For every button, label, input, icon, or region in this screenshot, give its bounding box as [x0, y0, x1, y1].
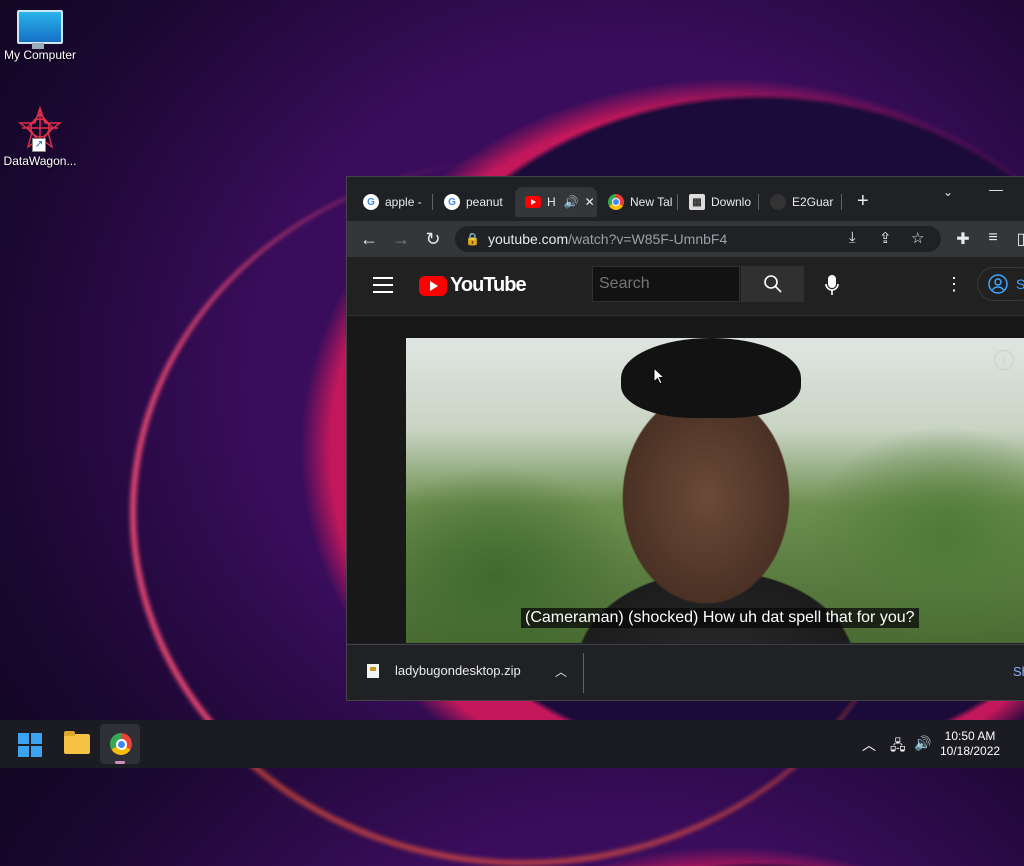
share-icon[interactable]: ⇪	[879, 229, 892, 247]
video-frame-subject	[621, 338, 801, 418]
download-page-icon: ▦	[689, 194, 705, 210]
back-icon[interactable]: ←	[353, 229, 385, 250]
tab-apple[interactable]: G apple -	[353, 187, 433, 217]
side-panel-icon[interactable]: ▯	[1005, 229, 1024, 249]
tab-label: peanut	[466, 195, 503, 209]
clock-date: 10/18/2022	[940, 744, 1001, 758]
tab-search-icon[interactable]: ⌄	[943, 185, 953, 199]
youtube-icon	[525, 196, 541, 208]
tab-peanut[interactable]: G peanut	[434, 187, 514, 217]
youtube-logo-text: YouTube	[450, 274, 527, 296]
desktop-icon-label: My Computer	[3, 48, 77, 62]
tab-new-tab[interactable]: New Tal	[598, 187, 678, 217]
tab-label: H	[547, 195, 556, 209]
lock-icon[interactable]: 🔒	[465, 232, 480, 246]
video-player[interactable]: (Cameraman) (shocked) How uh dat spell t…	[406, 338, 1024, 643]
chrome-icon	[608, 194, 624, 210]
youtube-play-icon	[419, 275, 447, 296]
tab-label: E2Guar	[792, 195, 834, 209]
address-bar[interactable]: 🔒 youtube.com/watch?v=W85F-UmnbF4 ⤓ ⇪ ☆	[455, 226, 941, 252]
tab-label: Downlo	[711, 195, 752, 209]
tab-close-icon[interactable]: ✕	[585, 195, 595, 209]
browser-toolbar: ← → ↻ 🔒 youtube.com/watch?v=W85F-UmnbF4 …	[347, 221, 1024, 257]
sign-in-label: S	[1016, 276, 1024, 292]
install-app-icon[interactable]: ⤓	[849, 229, 856, 246]
mouse-cursor-icon	[653, 367, 665, 385]
more-options-icon[interactable]: ⋮	[945, 274, 963, 295]
download-divider	[583, 653, 584, 693]
datawagon-icon: ↗	[17, 105, 63, 152]
volume-icon[interactable]: 🔊	[914, 735, 931, 752]
download-bar: ladybugondesktop.zip ︿ Sh	[347, 644, 1024, 700]
search-button[interactable]	[741, 266, 804, 302]
download-file-name: ladybugondesktop.zip	[395, 663, 521, 678]
start-button[interactable]	[18, 733, 42, 757]
chevron-up-tray-icon[interactable]: ︿	[862, 735, 876, 755]
tab-e2guardian[interactable]: E2Guar	[760, 187, 842, 217]
system-clock[interactable]: 10:50 AM 10/18/2022	[940, 729, 1000, 759]
tab-strip: G apple - G peanut H 🔊 ✕ New Tal ▦ Downl…	[347, 177, 1024, 221]
account-icon	[988, 274, 1008, 294]
speaker-icon[interactable]: 🔊	[564, 195, 579, 209]
extensions-icon[interactable]: ✚	[947, 229, 979, 249]
tab-download[interactable]: ▦ Downlo	[679, 187, 759, 217]
sign-in-button[interactable]: S	[977, 267, 1024, 301]
url-path: /watch?v=W85F-UmnbF4	[568, 231, 728, 247]
network-icon[interactable]: 🖧	[890, 735, 906, 759]
chrome-window: G apple - G peanut H 🔊 ✕ New Tal ▦ Downl…	[347, 177, 1024, 700]
search-input[interactable]	[592, 266, 740, 302]
tab-youtube-active[interactable]: H 🔊 ✕	[515, 187, 597, 217]
microphone-icon[interactable]	[825, 274, 839, 301]
video-caption: (Cameraman) (shocked) How uh dat spell t…	[521, 608, 919, 628]
info-icon[interactable]: i	[994, 350, 1014, 370]
clock-time: 10:50 AM	[944, 729, 996, 743]
computer-icon	[17, 10, 63, 49]
zip-file-icon	[367, 663, 379, 678]
reload-icon[interactable]: ↻	[417, 229, 449, 250]
taskbar: ︿ 🖧 🔊 10:50 AM 10/18/2022	[0, 720, 1024, 768]
file-explorer-icon[interactable]	[64, 731, 90, 754]
chrome-taskbar-icon[interactable]	[100, 724, 140, 764]
youtube-logo[interactable]: YouTube	[419, 274, 527, 297]
show-all-link[interactable]: Sh	[1013, 664, 1024, 679]
google-icon: G	[363, 194, 379, 210]
download-item[interactable]: ladybugondesktop.zip	[367, 663, 521, 678]
tab-label: apple -	[385, 195, 422, 209]
url-host: youtube.com	[487, 231, 569, 247]
forward-icon[interactable]: →	[385, 229, 417, 250]
bookmark-star-icon[interactable]: ☆	[911, 229, 924, 247]
youtube-header: YouTube ⋮ S	[347, 257, 1024, 316]
minimize-button[interactable]: —	[989, 181, 1003, 197]
new-tab-button[interactable]: +	[857, 191, 869, 211]
desktop-icon-label: DataWagon...	[3, 154, 77, 168]
desktop-icon-datawagon[interactable]: ↗ DataWagon...	[0, 105, 80, 168]
e2guardian-icon	[770, 194, 786, 210]
chevron-up-icon[interactable]: ︿	[555, 663, 567, 680]
youtube-watch-area: (Cameraman) (shocked) How uh dat spell t…	[347, 316, 1024, 643]
desktop-icon-my-computer[interactable]: My Computer	[0, 10, 80, 62]
hamburger-menu-icon[interactable]	[373, 277, 393, 298]
tab-label: New Tal	[630, 195, 673, 209]
google-icon: G	[444, 194, 460, 210]
search-icon	[763, 275, 782, 293]
shortcut-arrow-icon: ↗	[32, 138, 46, 152]
